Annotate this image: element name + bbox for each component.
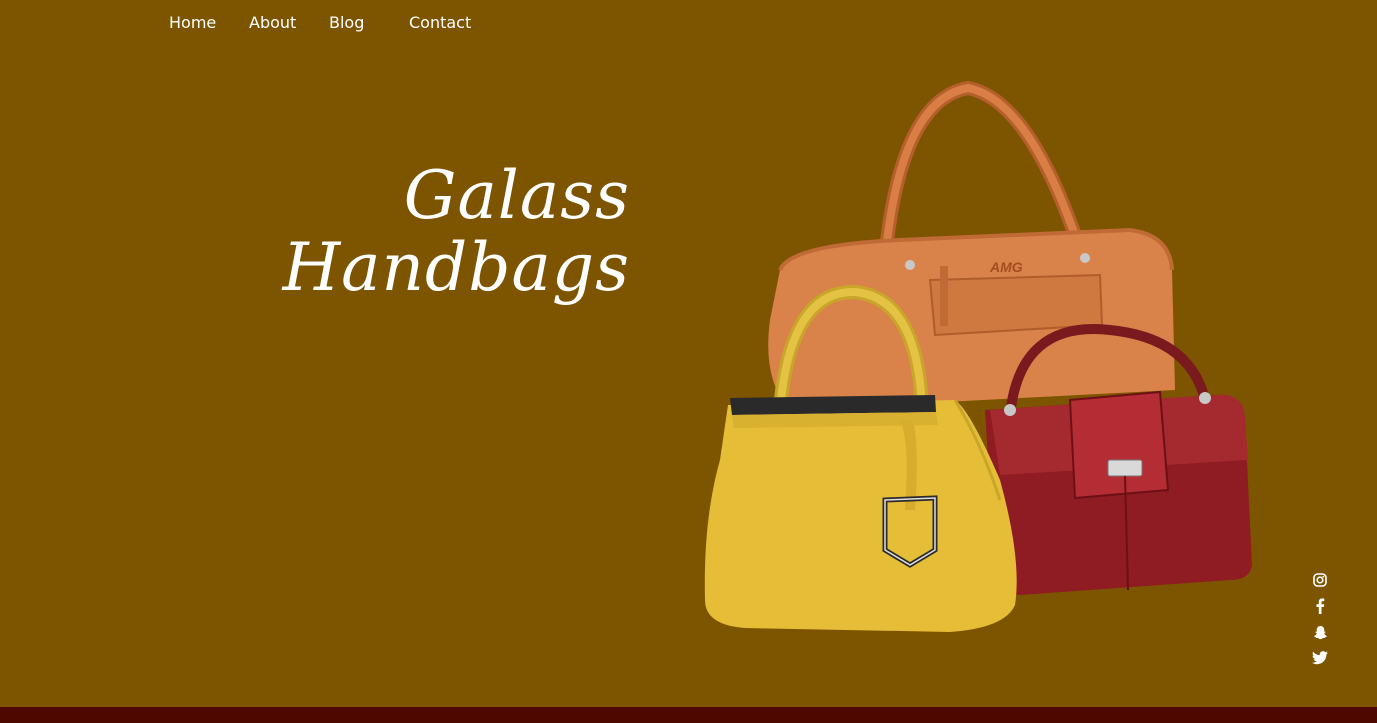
instagram-icon[interactable] <box>1310 570 1330 590</box>
twitter-icon[interactable] <box>1310 648 1330 668</box>
nav-blog[interactable]: Blog <box>329 13 364 32</box>
nav-home[interactable]: Home <box>169 13 216 32</box>
handbags-image: AMG <box>704 80 1252 632</box>
hero-title: Galass Handbags <box>205 160 630 304</box>
bag-logo-text: AMG <box>989 259 1023 275</box>
main-nav: Home About Blog Contact <box>0 0 1377 46</box>
hero-title-line2: Handbags <box>282 229 630 306</box>
nav-contact[interactable]: Contact <box>409 13 471 32</box>
orange-bag: AMG <box>768 80 1175 410</box>
hero-title-line1: Galass <box>403 157 630 234</box>
nav-about[interactable]: About <box>249 13 296 32</box>
facebook-icon[interactable] <box>1310 596 1330 616</box>
snapchat-icon[interactable] <box>1310 622 1330 642</box>
footer-strip <box>0 707 1377 723</box>
